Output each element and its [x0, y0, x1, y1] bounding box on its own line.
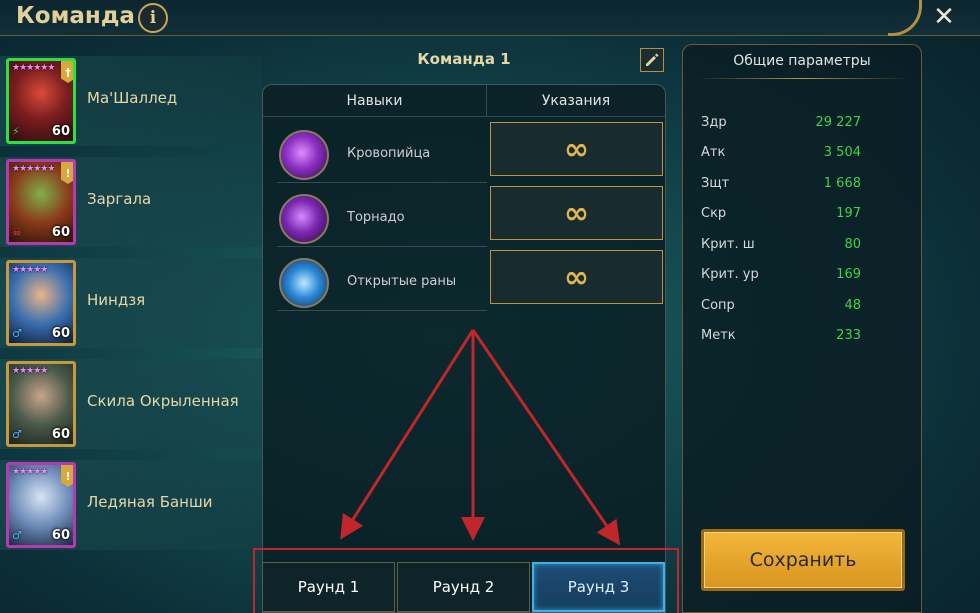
star-rating: ★★★★★: [12, 467, 48, 477]
stat-value: 48: [844, 298, 861, 313]
stat-row: Атк 3 504: [701, 145, 861, 165]
hero-name: Ма'Шаллед: [87, 89, 178, 107]
tab-round-3[interactable]: Раунд 3: [532, 562, 665, 612]
stat-row: Сопр 48: [701, 298, 861, 318]
team-title: Команда 1: [417, 50, 511, 68]
affinity-icon: ♂: [12, 529, 22, 542]
hero-name: Ниндзя: [87, 291, 146, 309]
skill-name: Кровопийца: [347, 146, 431, 161]
skill-row: Открытые раны ∞: [263, 250, 665, 312]
hero-name: Ледяная Банши: [87, 493, 213, 511]
stat-label: Здр: [701, 115, 727, 130]
hero-portrait[interactable]: ★★★★★ ♂ 60: [6, 361, 76, 447]
affinity-icon: ☠: [12, 226, 22, 239]
star-rating: ★★★★★★: [12, 164, 55, 174]
hero-name: Скила Окрыленная: [87, 392, 239, 410]
bloodsucker-skill-icon[interactable]: [279, 130, 329, 180]
open-wounds-skill-icon[interactable]: [279, 258, 329, 308]
hero-level: 60: [51, 427, 70, 442]
stat-row: Крит. ур 169: [701, 267, 861, 287]
skill-instruction-box[interactable]: ∞: [490, 186, 663, 240]
hero-row-skila[interactable]: ★★★★★ ♂ 60 Скила Окрыленная: [0, 359, 262, 449]
divider: [695, 78, 909, 79]
affinity-icon: ⚡: [12, 125, 20, 138]
hero-row-banshee[interactable]: ★★★★★ ! ♂ 60 Ледяная Банши: [0, 460, 262, 550]
stat-row: Крит. ш 80: [701, 237, 861, 257]
pencil-glyph: [646, 53, 659, 66]
stat-value: 1 668: [823, 176, 861, 191]
page-title: Команда: [16, 3, 135, 29]
rank-badge: †: [61, 61, 73, 83]
star-rating: ★★★★★: [12, 366, 48, 376]
hero-level: 60: [51, 124, 70, 139]
stat-value: 80: [844, 237, 861, 252]
info-icon[interactable]: i: [138, 3, 168, 33]
stat-value: 197: [836, 206, 861, 221]
hero-row-ninja[interactable]: ★★★★★ ♂ 60 Ниндзя: [0, 258, 262, 348]
hero-level: 60: [51, 326, 70, 341]
stat-label: Крит. ур: [701, 267, 759, 282]
top-bar: Команда i ✕: [0, 0, 980, 36]
hero-portrait[interactable]: ★★★★★ ♂ 60: [6, 260, 76, 346]
instructions-column-header: Указания: [487, 85, 665, 117]
stat-label: Атк: [701, 145, 726, 160]
hero-row-mashalled[interactable]: ★★★★★★ † ⚡ 60 Ма'Шаллед: [0, 56, 262, 146]
stat-label: Метк: [701, 328, 736, 343]
affinity-icon: ♂: [12, 428, 22, 441]
stat-value: 233: [836, 328, 861, 343]
star-rating: ★★★★★★: [12, 63, 55, 73]
hero-level: 60: [51, 528, 70, 543]
tornado-skill-icon[interactable]: [279, 194, 329, 244]
corner-ornament: [888, 0, 922, 36]
rank-badge: !: [61, 465, 73, 487]
stat-row: Метк 233: [701, 328, 861, 348]
skill-instruction-box[interactable]: ∞: [490, 250, 663, 304]
stat-row: Здр 29 227: [701, 115, 861, 135]
hero-row-zargala[interactable]: ★★★★★★ ! ☠ 60 Заргала: [0, 157, 262, 247]
stat-value: 3 504: [823, 145, 861, 160]
tab-round-1[interactable]: Раунд 1: [262, 562, 395, 612]
stat-row: Зщт 1 668: [701, 176, 861, 196]
stat-label: Зщт: [701, 176, 730, 191]
params-panel: Общие параметры Здр 29 227 Атк 3 504 Зщт…: [682, 44, 922, 613]
hero-portrait[interactable]: ★★★★★★ † ⚡ 60: [6, 58, 76, 144]
stat-row: Скр 197: [701, 206, 861, 226]
hero-portrait[interactable]: ★★★★★ ! ♂ 60: [6, 462, 76, 548]
skill-name: Открытые раны: [347, 274, 457, 289]
divider: [277, 246, 487, 247]
skill-row: Кровопийца ∞: [263, 122, 665, 184]
divider: [277, 182, 487, 183]
hero-name: Заргала: [87, 190, 152, 208]
stat-value: 29 227: [815, 115, 862, 130]
stat-label: Крит. ш: [701, 237, 755, 252]
close-icon[interactable]: ✕: [928, 2, 960, 32]
pencil-icon[interactable]: [640, 48, 664, 72]
skill-row: Торнадо ∞: [263, 186, 665, 248]
save-button[interactable]: Сохранить: [701, 529, 905, 591]
rank-badge: !: [61, 162, 73, 184]
affinity-icon: ♂: [12, 327, 22, 340]
hero-portrait[interactable]: ★★★★★★ ! ☠ 60: [6, 159, 76, 245]
skills-panel: Навыки Указания Кровопийца ∞ Торнадо ∞ О…: [262, 84, 666, 613]
skills-column-header: Навыки: [263, 85, 487, 117]
stat-value: 169: [836, 267, 861, 282]
params-title: Общие параметры: [733, 53, 871, 69]
star-rating: ★★★★★: [12, 265, 48, 275]
skill-instruction-box[interactable]: ∞: [490, 122, 663, 176]
skill-name: Торнадо: [347, 210, 405, 225]
tab-round-2[interactable]: Раунд 2: [397, 562, 530, 612]
stat-label: Скр: [701, 206, 727, 221]
divider: [277, 310, 487, 311]
hero-level: 60: [51, 225, 70, 240]
stat-label: Сопр: [701, 298, 735, 313]
